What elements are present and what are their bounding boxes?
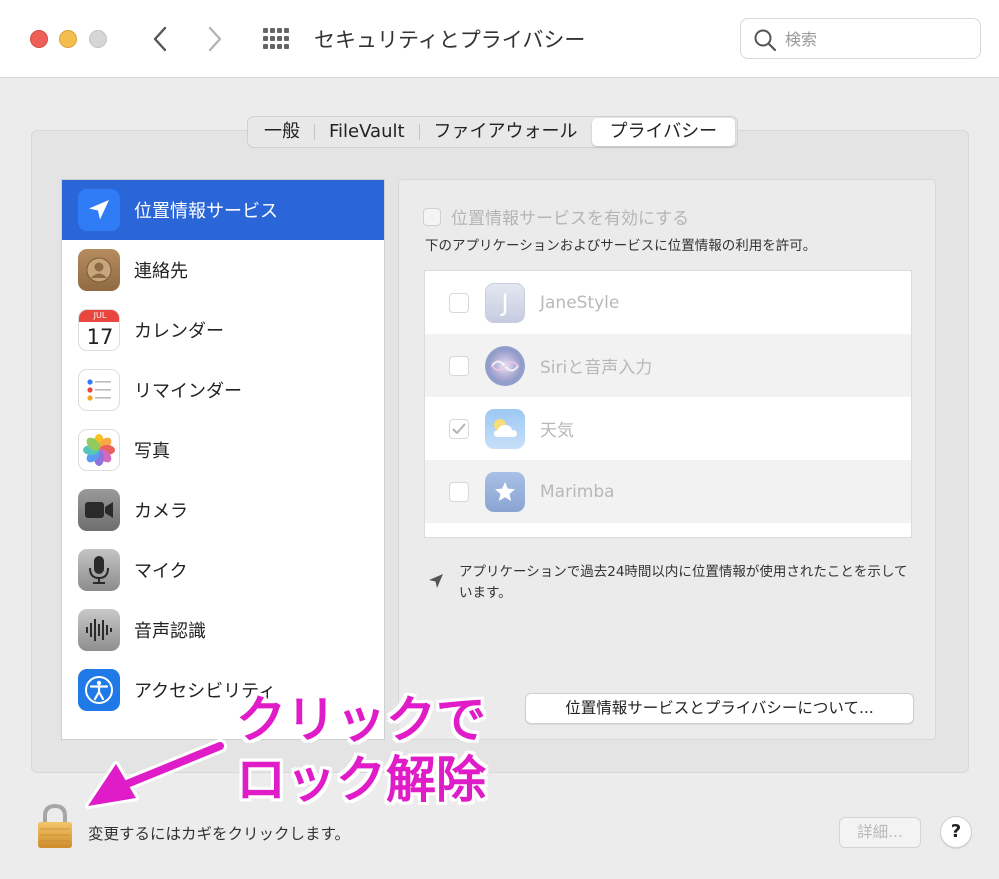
show-all-button[interactable] bbox=[261, 26, 293, 54]
padlock-icon bbox=[38, 803, 72, 848]
tab-filevault[interactable]: FileVault bbox=[315, 118, 419, 146]
calendar-day: 17 bbox=[86, 325, 114, 349]
enable-location-row: 位置情報サービスを有効にする bbox=[423, 204, 689, 229]
speech-recognition-icon bbox=[78, 609, 120, 651]
app-checkbox[interactable] bbox=[449, 292, 469, 313]
sidebar-item-label: カレンダー bbox=[134, 321, 224, 342]
search-field[interactable] bbox=[740, 18, 981, 59]
calendar-icon: JUL 17 bbox=[78, 309, 120, 351]
app-checkbox[interactable] bbox=[449, 355, 469, 376]
sidebar-item-label: 位置情報サービス bbox=[134, 201, 278, 222]
close-window-button[interactable] bbox=[30, 30, 48, 48]
help-button[interactable]: ? bbox=[940, 816, 972, 848]
list-item-janestyle[interactable]: J JaneStyle bbox=[425, 271, 911, 334]
search-icon bbox=[754, 29, 777, 52]
zoom-window-button[interactable] bbox=[89, 30, 107, 48]
contacts-icon bbox=[78, 249, 120, 291]
search-input[interactable] bbox=[785, 27, 970, 51]
title-bar: セキュリティとプライバシー bbox=[0, 0, 999, 78]
reminders-icon bbox=[78, 369, 120, 411]
app-name: JaneStyle bbox=[540, 292, 620, 313]
forward-button[interactable] bbox=[200, 22, 230, 56]
sidebar-item-microphone[interactable]: マイク bbox=[62, 540, 384, 600]
recent-usage-text: アプリケーションで過去24時間以内に位置情報が使用されたことを示しています。 bbox=[459, 564, 908, 601]
about-location-privacy-button[interactable]: 位置情報サービスとプライバシーについて... bbox=[525, 693, 914, 724]
sidebar-item-reminders[interactable]: リマインダー bbox=[62, 360, 384, 420]
janestyle-icon-letter: J bbox=[501, 288, 509, 317]
checkmark-icon bbox=[452, 423, 466, 434]
app-list[interactable]: J JaneStyle Siriと音声入力 天気 Marimba bbox=[424, 270, 912, 538]
sidebar-item-label: リマインダー bbox=[134, 381, 242, 402]
enable-location-label: 位置情報サービスを有効にする bbox=[451, 209, 690, 229]
location-services-pane: 位置情報サービスを有効にする 下のアプリケーションおよびサービスに位置情報の利用… bbox=[398, 179, 936, 740]
app-checkbox[interactable] bbox=[449, 418, 469, 439]
location-arrow-icon bbox=[78, 189, 120, 231]
back-button[interactable] bbox=[145, 22, 175, 56]
siri-icon bbox=[485, 345, 525, 386]
calendar-month: JUL bbox=[79, 310, 119, 322]
janestyle-icon: J bbox=[485, 282, 525, 323]
sidebar-item-speech-recognition[interactable]: 音声認識 bbox=[62, 600, 384, 660]
allow-description: 下のアプリケーションおよびサービスに位置情報の利用を許可。 bbox=[425, 238, 817, 254]
sidebar-item-label: 音声認識 bbox=[134, 621, 206, 642]
camera-icon bbox=[78, 489, 120, 531]
tab-general[interactable]: 一般 bbox=[250, 118, 314, 146]
sidebar-item-location-services[interactable]: 位置情報サービス bbox=[62, 180, 384, 240]
app-checkbox[interactable] bbox=[449, 481, 469, 502]
sidebar-item-label: カメラ bbox=[134, 501, 188, 522]
sidebar-item-label: 写真 bbox=[134, 441, 170, 462]
annotation-text-line2: ロック解除 bbox=[236, 751, 486, 809]
enable-location-checkbox[interactable] bbox=[423, 207, 441, 226]
details-button[interactable]: 詳細... bbox=[839, 817, 921, 848]
microphone-icon bbox=[78, 549, 120, 591]
accessibility-icon bbox=[78, 669, 120, 711]
photos-icon bbox=[78, 429, 120, 471]
weather-icon bbox=[485, 408, 525, 449]
app-name: Marimba bbox=[540, 481, 615, 502]
sidebar-item-label: 連絡先 bbox=[134, 261, 188, 282]
sidebar-item-photos[interactable]: 写真 bbox=[62, 420, 384, 480]
tab-privacy[interactable]: プライバシー bbox=[591, 118, 736, 146]
tab-bar: 一般 FileVault ファイアウォール プライバシー bbox=[247, 116, 739, 148]
sidebar-item-calendar[interactable]: JUL 17 カレンダー bbox=[62, 300, 384, 360]
minimize-window-button[interactable] bbox=[59, 30, 77, 48]
location-arrow-icon bbox=[429, 574, 443, 588]
app-name: Siriと音声入力 bbox=[540, 358, 653, 378]
list-item-siri[interactable]: Siriと音声入力 bbox=[425, 334, 911, 397]
lock-hint-text: 変更するにはカギをクリックします。 bbox=[88, 825, 350, 843]
window-title: セキュリティとプライバシー bbox=[314, 28, 586, 52]
sidebar-item-label: マイク bbox=[134, 561, 188, 582]
lock-button[interactable] bbox=[36, 803, 74, 853]
privacy-category-list[interactable]: 位置情報サービス 連絡先 JUL 17 カレンダー リマインダー 写真 カメラ … bbox=[61, 179, 385, 740]
list-item-marimba[interactable]: Marimba bbox=[425, 460, 911, 523]
tab-firewall[interactable]: ファイアウォール bbox=[420, 118, 592, 146]
chevron-left-icon bbox=[153, 26, 167, 52]
annotation-arrow-icon bbox=[85, 739, 227, 809]
app-name: 天気 bbox=[540, 421, 574, 441]
marimba-icon bbox=[485, 471, 525, 512]
sidebar-item-contacts[interactable]: 連絡先 bbox=[62, 240, 384, 300]
list-item-weather[interactable]: 天気 bbox=[425, 397, 911, 460]
sidebar-item-camera[interactable]: カメラ bbox=[62, 480, 384, 540]
chevron-right-icon bbox=[208, 26, 222, 52]
